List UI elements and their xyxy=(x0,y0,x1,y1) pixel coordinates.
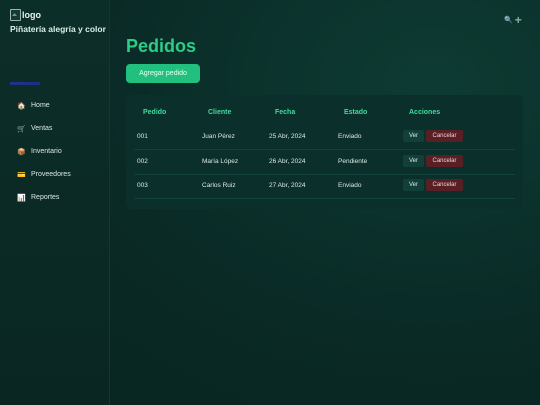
search-icon[interactable]: 🔍 xyxy=(504,16,513,24)
sidebar-nav: 🏠 Home 🛒 Ventas 📦 Inventario 💳 Proveedor… xyxy=(17,94,71,209)
cell-cliente: Carlos Ruiz xyxy=(202,182,236,189)
cell-estado: Enviado xyxy=(338,133,362,140)
column-header-estado: Estado xyxy=(344,109,368,116)
broken-image-icon xyxy=(10,9,21,21)
add-order-button[interactable]: Agregar pedido xyxy=(126,64,200,83)
table-row: 001 Juan Pérez 25 Abr, 2024 Enviado Ver … xyxy=(134,125,515,150)
view-button[interactable]: Ver xyxy=(403,130,424,142)
cell-cliente: Juan Pérez xyxy=(202,133,235,140)
cell-estado: Enviado xyxy=(338,182,362,189)
sidebar-item-label: Reportes xyxy=(31,194,60,201)
orders-table: Pedido Cliente Fecha Estado Acciones 001… xyxy=(126,95,523,209)
table-row: 002 María López 26 Abr, 2024 Pendiente V… xyxy=(134,150,515,175)
cell-pedido: 003 xyxy=(137,182,148,189)
cell-fecha: 27 Abr, 2024 xyxy=(269,182,306,189)
sidebar-item-label: Inventario xyxy=(31,148,62,155)
cell-fecha: 26 Abr, 2024 xyxy=(269,158,306,165)
cell-estado: Pendiente xyxy=(338,158,368,165)
view-button[interactable]: Ver xyxy=(403,155,424,167)
box-icon: 📦 xyxy=(17,148,26,156)
cart-icon: 🛒 xyxy=(17,125,26,133)
cell-cliente: María López xyxy=(202,158,239,165)
plus-icon[interactable]: + xyxy=(515,14,522,26)
cell-fecha: 25 Abr, 2024 xyxy=(269,133,306,140)
column-header-acciones: Acciones xyxy=(409,109,441,116)
cancel-button[interactable]: Cancelar xyxy=(426,179,463,191)
top-actions: 🔍 + xyxy=(504,14,522,26)
menu-header: Menú xyxy=(10,82,40,85)
chart-icon: 📊 xyxy=(17,194,26,202)
cancel-button[interactable]: Cancelar xyxy=(426,155,463,167)
cancel-button[interactable]: Cancelar xyxy=(426,130,463,142)
column-header-cliente: Cliente xyxy=(208,109,232,116)
sidebar-item-reportes[interactable]: 📊 Reportes xyxy=(17,186,71,209)
sidebar-item-inventario[interactable]: 📦 Inventario xyxy=(17,140,71,163)
sidebar-item-label: Home xyxy=(31,102,50,109)
table-row: 003 Carlos Ruiz 27 Abr, 2024 Enviado Ver… xyxy=(134,174,515,199)
view-button[interactable]: Ver xyxy=(403,179,424,191)
sidebar-item-ventas[interactable]: 🛒 Ventas xyxy=(17,117,71,140)
sidebar-item-home[interactable]: 🏠 Home xyxy=(17,94,71,117)
logo[interactable]: logo xyxy=(10,9,41,21)
column-header-pedido: Pedido xyxy=(143,109,167,116)
card-icon: 💳 xyxy=(17,171,26,179)
logo-alt-text: logo xyxy=(22,9,41,20)
sidebar-item-label: Ventas xyxy=(31,125,53,132)
sidebar: logo Piñatería alegría y color Menú 🏠 Ho… xyxy=(0,0,110,405)
home-icon: 🏠 xyxy=(17,102,26,110)
column-header-fecha: Fecha xyxy=(275,109,296,116)
cell-pedido: 001 xyxy=(137,133,148,140)
brand-name: Piñatería alegría y color xyxy=(10,24,106,34)
sidebar-item-label: Proveedores xyxy=(31,171,71,178)
sidebar-item-proveedores[interactable]: 💳 Proveedores xyxy=(17,163,71,186)
page-title: Pedidos xyxy=(126,36,197,56)
cell-pedido: 002 xyxy=(137,158,148,165)
